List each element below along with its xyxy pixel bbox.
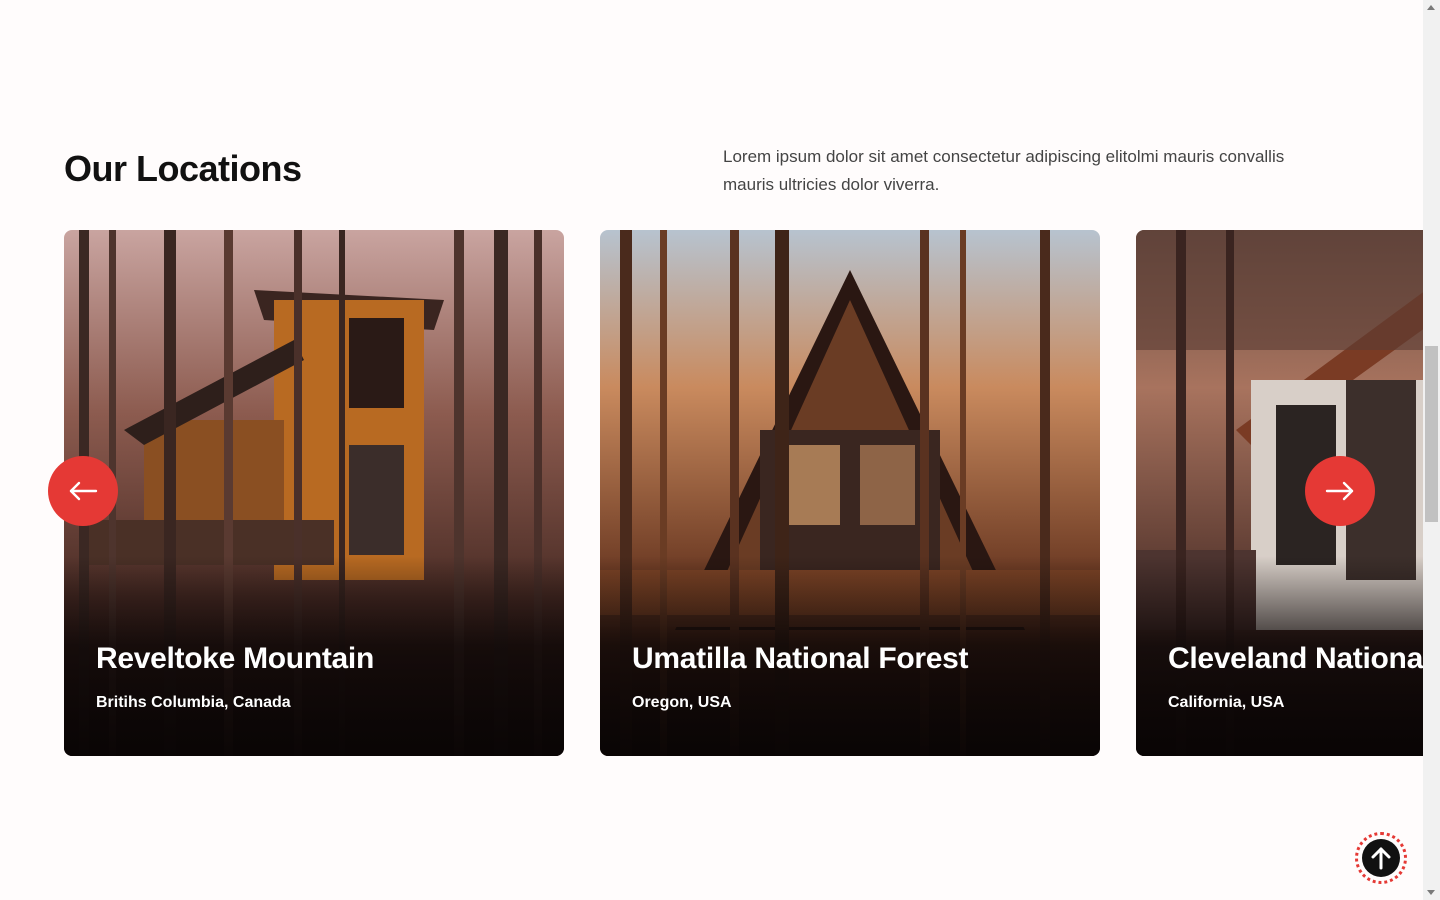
scrollbar-thumb[interactable]: [1425, 346, 1438, 522]
location-card[interactable]: Umatilla National Forest Oregon, USA: [600, 230, 1100, 756]
scroll-up-icon[interactable]: [1427, 5, 1435, 10]
arrow-left-icon: [69, 481, 98, 501]
section-description: Lorem ipsum dolor sit amet consectetur a…: [723, 147, 1285, 194]
scroll-to-top-circle: [1362, 839, 1400, 877]
locations-carousel: Reveltoke Mountain Britihs Columbia, Can…: [0, 230, 1423, 756]
section-title: Our Locations: [64, 148, 302, 189]
carousel-next-button[interactable]: [1305, 456, 1375, 526]
location-region: Britihs Columbia, Canada: [96, 694, 291, 711]
location-card[interactable]: Cleveland National Forest California, US…: [1136, 230, 1423, 756]
location-name: Cleveland National Forest: [1168, 642, 1423, 675]
location-name: Reveltoke Mountain: [96, 642, 374, 675]
page-scrollbar[interactable]: [1423, 0, 1440, 900]
location-region: Oregon, USA: [632, 694, 732, 711]
page: Our Locations Lorem ipsum dolor sit amet…: [0, 0, 1440, 900]
carousel-prev-button[interactable]: [48, 456, 118, 526]
location-card[interactable]: Reveltoke Mountain Britihs Columbia, Can…: [64, 230, 564, 756]
arrow-right-icon: [1325, 481, 1354, 501]
location-region: California, USA: [1168, 694, 1285, 711]
scroll-to-top-button[interactable]: [1355, 832, 1407, 884]
scroll-down-icon[interactable]: [1427, 890, 1435, 895]
arrow-up-icon: [1371, 847, 1391, 870]
location-name: Umatilla National Forest: [632, 642, 969, 675]
